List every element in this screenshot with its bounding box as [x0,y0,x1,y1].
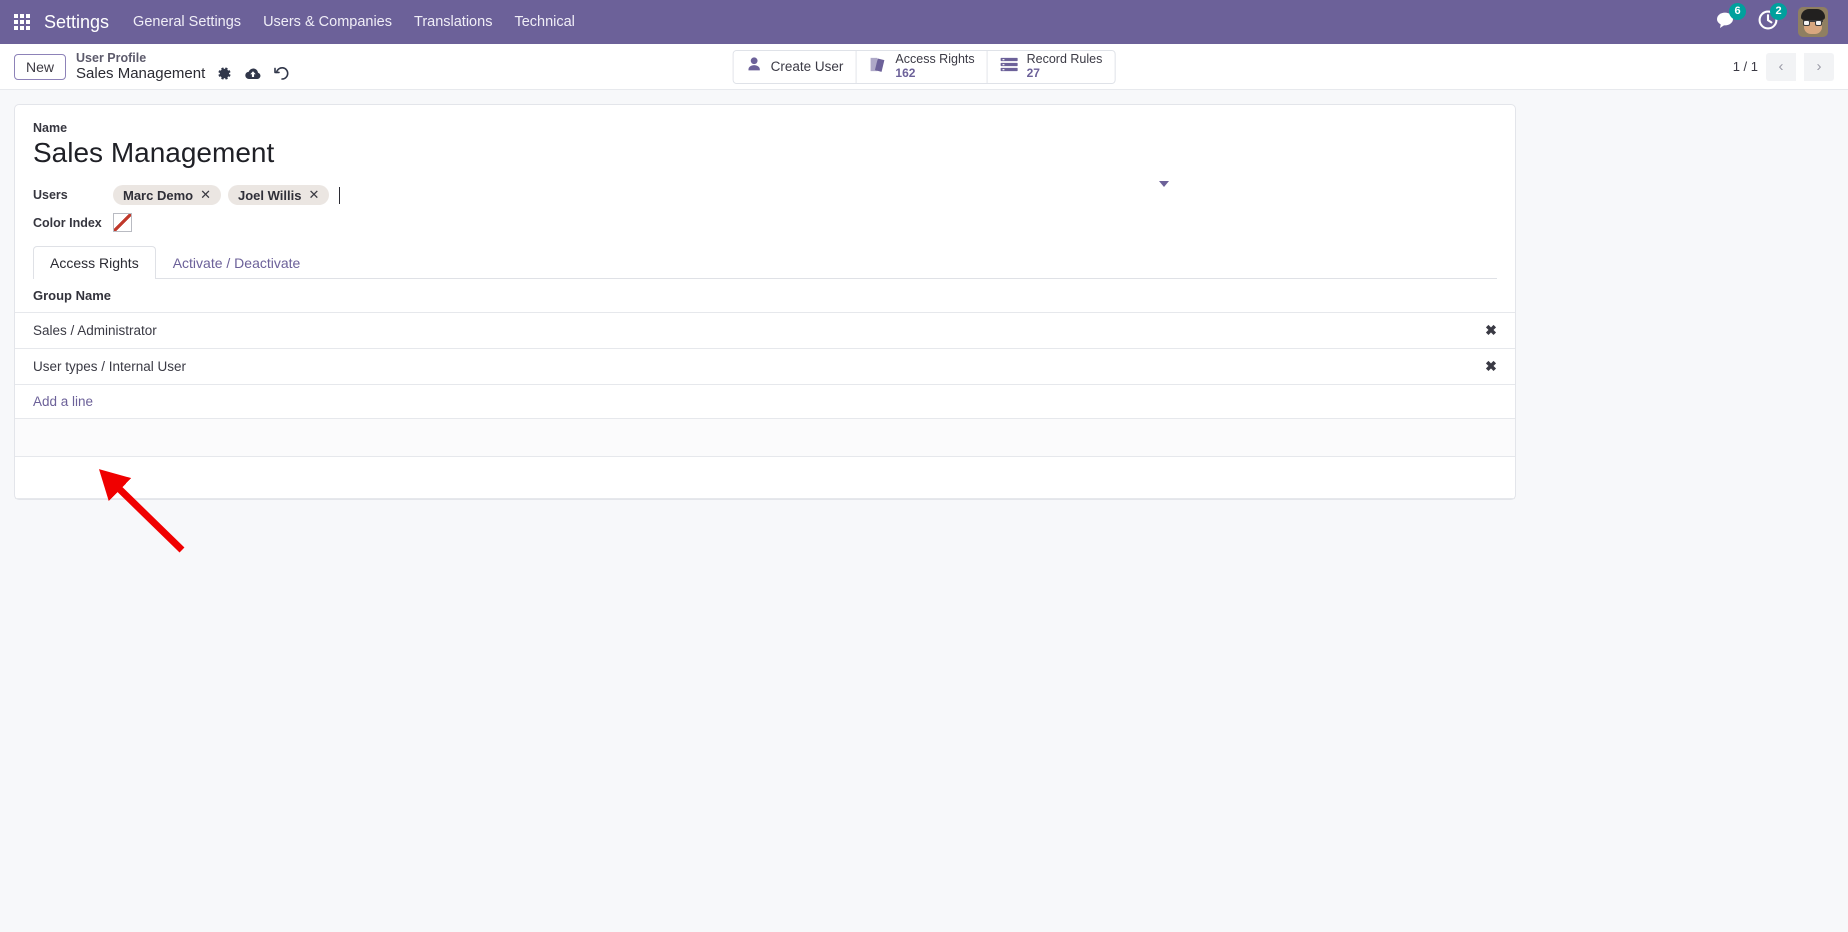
undo-icon[interactable] [274,66,290,81]
table-filler-row [15,419,1515,457]
column-header-group-name: Group Name [15,279,1467,313]
color-index-field-label: Color Index [33,216,113,230]
activities-menu[interactable]: 2 [1758,10,1778,35]
table-filler-row [15,457,1515,499]
stat-label-access-rights: Access Rights [895,52,974,66]
breadcrumb: User Profile Sales Management [76,51,290,83]
close-icon[interactable]: ✖ [1467,313,1515,349]
top-navbar: Settings General Settings Users & Compan… [0,0,1848,44]
menu-technical[interactable]: Technical [514,14,574,30]
systray: 6 2 [1717,7,1834,37]
user-tag-label: Joel Willis [238,188,301,203]
table-row[interactable]: User types / Internal User ✖ [15,349,1515,385]
chevron-left-icon: ‹ [1779,59,1784,74]
column-header-actions [1467,279,1515,313]
activities-count-badge: 2 [1770,3,1787,20]
server-list-icon [1000,56,1019,78]
cell-group-name[interactable]: User types / Internal User [15,349,1467,385]
users-tags-input[interactable]: Marc Demo ✕ Joel Willis ✕ [113,183,1497,207]
users-field-row: Users Marc Demo ✕ Joel Willis ✕ [33,183,1497,207]
cloud-upload-icon[interactable] [244,67,262,81]
book-icon [868,56,887,78]
user-tag-label: Marc Demo [123,188,193,203]
stat-value-access-rights: 162 [895,67,974,81]
messages-count-badge: 6 [1729,3,1746,20]
name-field-label: Name [33,121,1497,135]
stat-button-group: Create User Access Rights 162 [733,50,1116,84]
stat-button-access-rights[interactable]: Access Rights 162 [856,51,987,83]
pager-next-button[interactable]: › [1804,53,1834,81]
color-index-field-row: Color Index [33,213,1497,232]
messages-menu[interactable]: 6 [1717,10,1738,34]
app-brand-settings[interactable]: Settings [44,12,109,33]
new-button[interactable]: New [14,54,66,80]
cell-group-name[interactable]: Sales / Administrator [15,313,1467,349]
stat-button-record-rules[interactable]: Record Rules 27 [988,51,1115,83]
stat-label-create-user: Create User [771,59,844,74]
user-tag[interactable]: Joel Willis ✕ [228,185,329,205]
stat-value-record-rules: 27 [1027,67,1103,81]
menu-translations[interactable]: Translations [414,14,492,30]
close-icon[interactable]: ✕ [200,187,211,203]
pager: 1 / 1 ‹ › [1733,53,1834,81]
color-index-swatch[interactable] [113,213,132,232]
name-field-value[interactable]: Sales Management [33,137,1497,169]
apps-grid-icon[interactable] [14,14,30,30]
users-field-label: Users [33,188,113,202]
notebook-tabs: Access Rights Activate / Deactivate [33,246,1497,279]
stat-button-create-user[interactable]: Create User [734,51,857,83]
close-icon[interactable]: ✖ [1467,349,1515,385]
chevron-down-icon[interactable] [1159,181,1169,204]
tab-activate-deactivate[interactable]: Activate / Deactivate [156,246,318,279]
form-sheet: Name Sales Management Users Marc Demo ✕ … [14,104,1516,500]
menu-general-settings[interactable]: General Settings [133,14,241,30]
table-header-row: Group Name [15,279,1515,313]
chevron-right-icon: › [1817,59,1822,74]
add-a-line-button[interactable]: Add a line [33,394,93,409]
avatar[interactable] [1798,7,1828,37]
user-tag[interactable]: Marc Demo ✕ [113,185,221,205]
tab-access-rights[interactable]: Access Rights [33,246,156,279]
table-row[interactable]: Sales / Administrator ✖ [15,313,1515,349]
content-area: Name Sales Management Users Marc Demo ✕ … [0,90,1848,932]
add-line-row[interactable]: Add a line [15,385,1515,419]
close-icon[interactable]: ✕ [308,187,319,203]
text-caret [339,187,340,204]
user-icon [746,56,763,78]
access-rights-table: Group Name Sales / Administrator ✖ User … [15,279,1515,499]
pager-previous-button[interactable]: ‹ [1766,53,1796,81]
gear-icon[interactable] [217,66,232,81]
control-panel: New User Profile Sales Management [0,44,1848,90]
breadcrumb-current-record: Sales Management [76,65,205,82]
stat-label-record-rules: Record Rules [1027,52,1103,66]
breadcrumb-parent-user-profile[interactable]: User Profile [76,51,290,65]
pager-count: 1 / 1 [1733,59,1758,74]
menu-users-companies[interactable]: Users & Companies [263,14,392,30]
